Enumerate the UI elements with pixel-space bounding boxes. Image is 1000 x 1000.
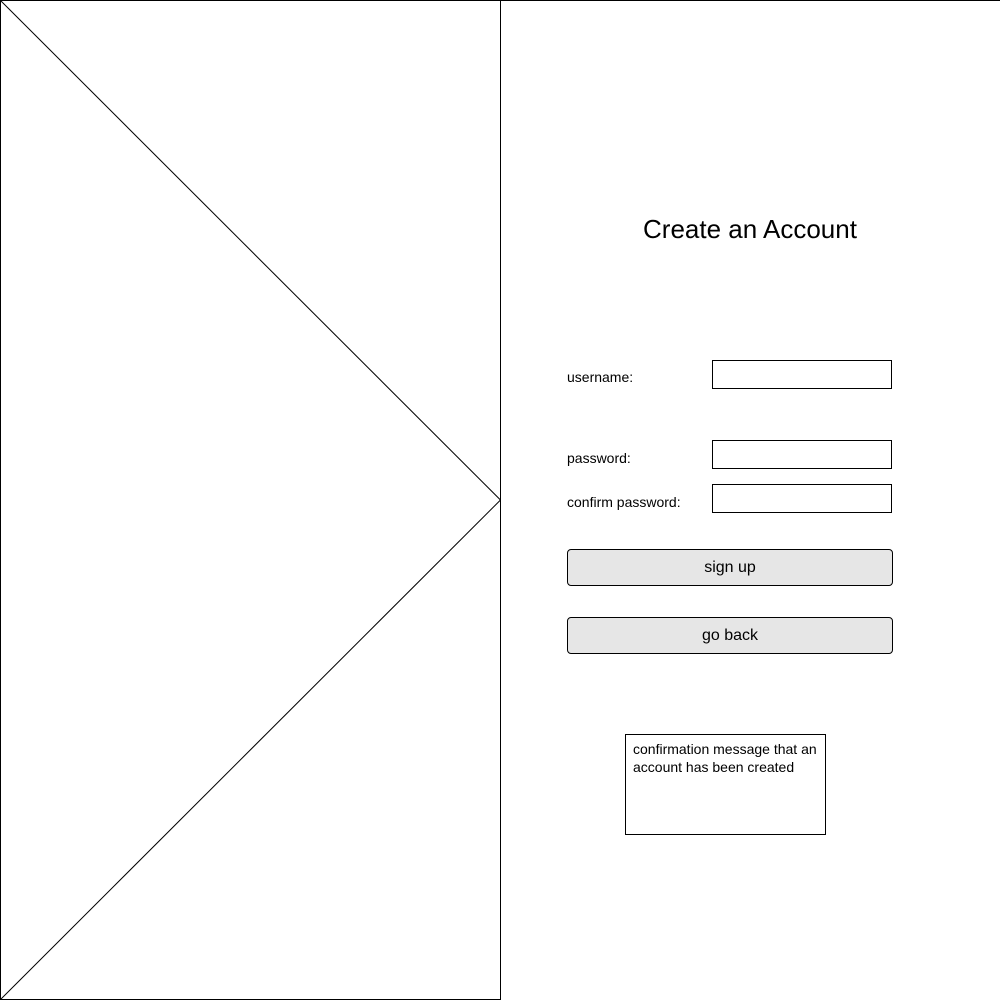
- password-label: password:: [567, 450, 631, 466]
- confirmation-message-box: confirmation message that an account has…: [625, 734, 826, 835]
- go-back-button[interactable]: go back: [567, 617, 893, 654]
- image-placeholder-icon: [0, 0, 501, 1000]
- confirm-password-label: confirm password:: [567, 494, 681, 510]
- confirmation-message-text: confirmation message that an account has…: [633, 741, 817, 775]
- username-label: username:: [567, 369, 634, 385]
- top-border-line: [500, 0, 1000, 1]
- sign-up-button[interactable]: sign up: [567, 549, 893, 586]
- page-title: Create an Account: [643, 214, 857, 244]
- confirm-password-field[interactable]: [712, 484, 892, 513]
- username-field[interactable]: [712, 360, 892, 389]
- create-account-page: Create an Account username: password: co…: [0, 0, 1000, 1000]
- password-field[interactable]: [712, 440, 892, 469]
- image-placeholder: [0, 0, 501, 1000]
